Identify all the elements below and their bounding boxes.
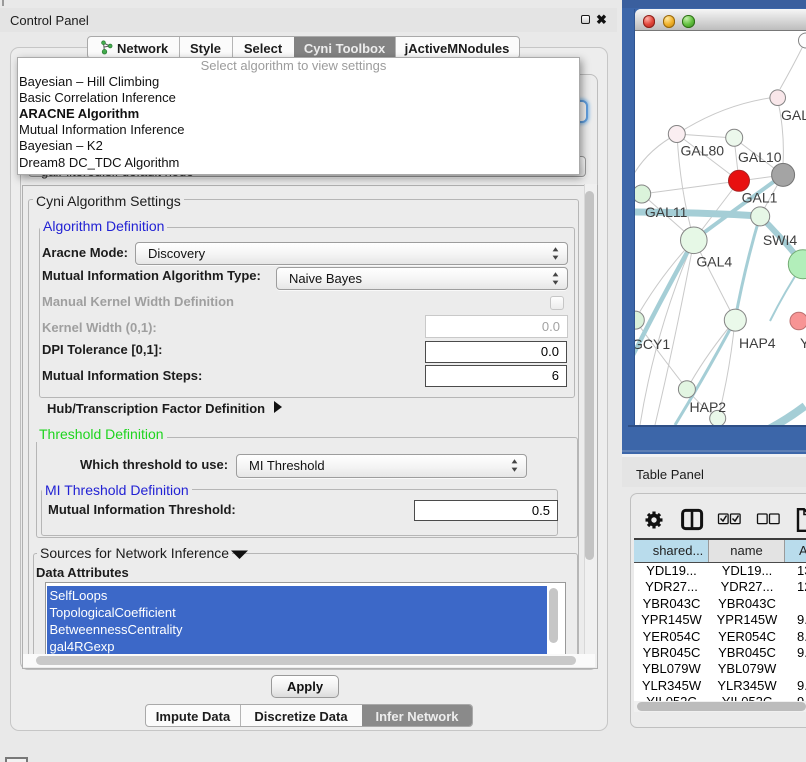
svg-text:GAL10: GAL10 bbox=[738, 149, 782, 165]
svg-text:HAP2: HAP2 bbox=[690, 399, 727, 415]
svg-text:SWI4: SWI4 bbox=[763, 232, 797, 248]
svg-text:GAL1: GAL1 bbox=[742, 190, 778, 206]
svg-text:GCY1: GCY1 bbox=[635, 336, 670, 352]
svg-text:GAL4: GAL4 bbox=[696, 254, 732, 270]
svg-text:GAL80: GAL80 bbox=[681, 143, 725, 159]
svg-text:Y: Y bbox=[800, 335, 806, 351]
svg-text:GAL2: GAL2 bbox=[781, 107, 806, 123]
svg-text:HAP4: HAP4 bbox=[739, 335, 776, 351]
svg-text:GAL11: GAL11 bbox=[645, 204, 688, 220]
